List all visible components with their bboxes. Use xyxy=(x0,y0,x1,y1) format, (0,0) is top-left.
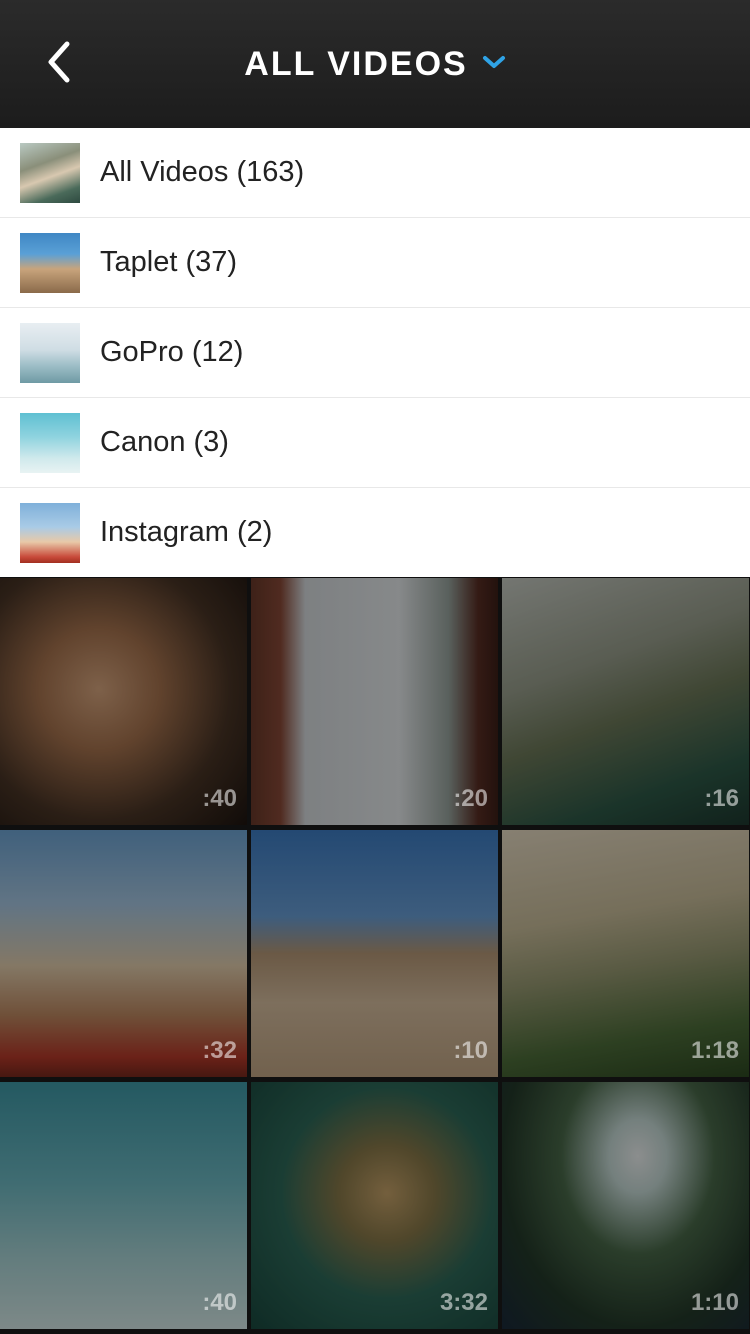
video-tile[interactable]: :10 xyxy=(251,830,498,1077)
album-thumbnail xyxy=(20,322,80,383)
album-thumbnail xyxy=(20,502,80,563)
video-duration: :40 xyxy=(202,1289,237,1316)
album-picker-toggle[interactable]: ALL VIDEOS xyxy=(0,0,750,128)
video-duration: :40 xyxy=(202,785,237,812)
back-button[interactable] xyxy=(30,34,90,94)
album-item-all-videos[interactable]: All Videos (163) xyxy=(0,128,750,218)
chevron-down-icon xyxy=(482,54,506,75)
album-label: Instagram (2) xyxy=(100,516,273,548)
video-tile[interactable]: :16 xyxy=(502,578,749,825)
album-label: Canon (3) xyxy=(100,426,229,458)
album-label: All Videos (163) xyxy=(100,156,305,188)
video-duration: :20 xyxy=(453,785,488,812)
album-thumbnail xyxy=(20,232,80,293)
video-tile[interactable]: :32 xyxy=(0,830,247,1077)
top-bar: ALL VIDEOS xyxy=(0,0,750,128)
video-duration: 1:18 xyxy=(690,1037,739,1064)
album-dropdown: All Videos (163) Taplet (37) GoPro (12) … xyxy=(0,128,750,577)
album-item-instagram[interactable]: Instagram (2) xyxy=(0,488,750,577)
album-item-taplet[interactable]: Taplet (37) xyxy=(0,218,750,308)
video-duration: 3:32 xyxy=(439,1289,488,1316)
album-item-canon[interactable]: Canon (3) xyxy=(0,398,750,488)
video-tile[interactable]: 1:10 xyxy=(502,1082,749,1329)
video-tile[interactable]: 3:32 xyxy=(251,1082,498,1329)
video-grid: :40 :20 :16 :32 :10 1:18 :40 3:32 1:10 xyxy=(0,578,750,1334)
album-item-gopro[interactable]: GoPro (12) xyxy=(0,308,750,398)
video-tile[interactable]: :20 xyxy=(251,578,498,825)
video-tile[interactable]: :40 xyxy=(0,1082,247,1329)
video-duration: :32 xyxy=(202,1037,237,1064)
video-duration: :16 xyxy=(704,785,739,812)
album-thumbnail xyxy=(20,142,80,203)
video-duration: 1:10 xyxy=(690,1289,739,1316)
page-title: ALL VIDEOS xyxy=(244,44,468,83)
video-tile[interactable]: 1:18 xyxy=(502,830,749,1077)
chevron-left-icon xyxy=(45,40,75,89)
video-tile[interactable]: :40 xyxy=(0,578,247,825)
album-label: GoPro (12) xyxy=(100,336,244,368)
video-duration: :10 xyxy=(453,1037,488,1064)
album-thumbnail xyxy=(20,412,80,473)
album-label: Taplet (37) xyxy=(100,246,238,278)
